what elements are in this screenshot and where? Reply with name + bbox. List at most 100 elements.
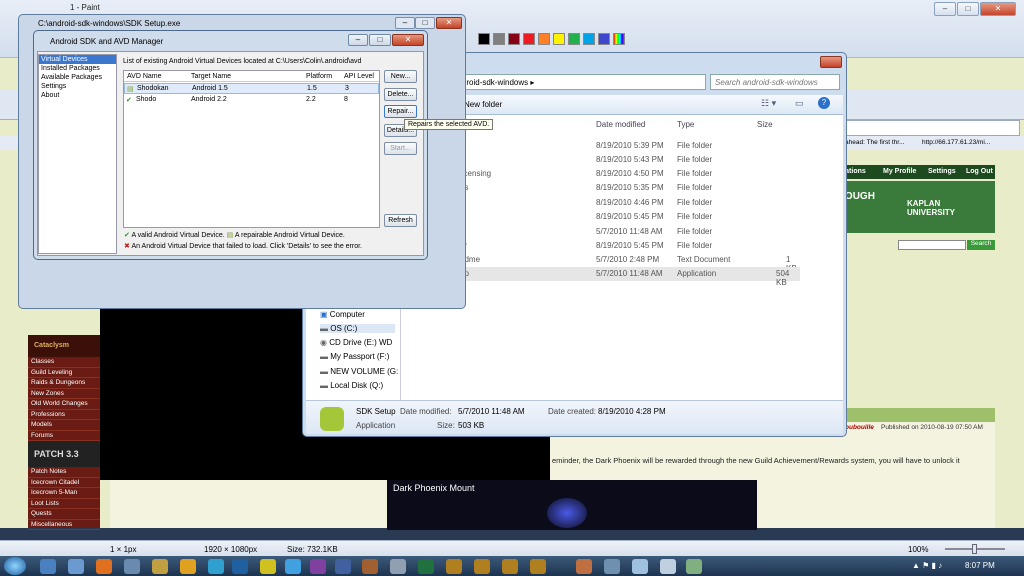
color-swatch[interactable] <box>568 33 580 45</box>
menu-item[interactable]: Forums <box>28 431 100 441</box>
avd-row-selected[interactable]: ▤ Shodokan Android 1.5 1.5 3 <box>124 83 379 94</box>
close-button[interactable]: ✕ <box>436 17 462 29</box>
menu-item[interactable]: Icecrown Citadel <box>28 478 100 488</box>
taskbar-app-icon[interactable] <box>390 559 406 574</box>
maximize-button[interactable]: □ <box>369 34 391 46</box>
taskbar-app-icon[interactable] <box>660 559 676 574</box>
taskbar-app-icon[interactable] <box>180 559 196 574</box>
menu-item[interactable]: Professions <box>28 410 100 420</box>
refresh-button[interactable]: Refresh <box>384 214 417 227</box>
color-swatch[interactable] <box>478 33 490 45</box>
taskbar-app-icon[interactable] <box>335 559 351 574</box>
browser-tab-url[interactable]: http://66.177.61.23/mi... <box>922 139 990 146</box>
explorer-address-bar[interactable]: android-sdk-windows ▸ <box>448 74 706 90</box>
close-button[interactable]: ✕ <box>980 2 1016 16</box>
column-header-size[interactable]: Size <box>757 120 773 129</box>
taskbar-app-icon[interactable] <box>502 559 518 574</box>
taskbar-app-icon[interactable] <box>310 559 326 574</box>
menu-item[interactable]: Old World Changes <box>28 399 100 410</box>
start-avd-button[interactable]: Start... <box>384 142 417 155</box>
color-swatch[interactable] <box>598 33 610 45</box>
site-nav-item[interactable]: My Profile <box>883 168 916 175</box>
menu-item[interactable]: Icecrown 5-Man <box>28 488 100 499</box>
tray-icons[interactable]: ▲ ⚑ ▮ ♪ <box>912 561 942 570</box>
sidebar-item-available-packages[interactable]: Available Packages <box>39 73 116 82</box>
explorer-close-button[interactable] <box>820 56 842 68</box>
taskbar-app-icon[interactable] <box>474 559 490 574</box>
menu-item[interactable]: Raids & Dungeons <box>28 378 100 389</box>
taskbar-app-icon[interactable] <box>124 559 140 574</box>
column-header[interactable]: Platform <box>306 73 332 80</box>
menu-item[interactable]: Classes <box>28 357 100 368</box>
taskbar-app-icon[interactable] <box>208 559 224 574</box>
menu-item[interactable]: Quests <box>28 509 100 520</box>
new-avd-button[interactable]: New... <box>384 70 417 83</box>
site-nav-item[interactable]: Log Out <box>966 168 993 175</box>
menu-item[interactable]: New Zones <box>28 389 100 399</box>
menu-item[interactable]: Miscellaneous <box>28 520 100 530</box>
repair-avd-button[interactable]: Repair... <box>384 105 417 118</box>
minimize-button[interactable]: – <box>934 2 956 16</box>
file-row[interactable]: ns8/19/2010 5:35 PMFile folder <box>460 181 800 195</box>
preview-pane-icon[interactable]: ▭ <box>795 98 804 109</box>
close-button[interactable]: ✕ <box>392 34 424 46</box>
column-header-type[interactable]: Type <box>677 120 694 129</box>
taskbar-app-icon[interactable] <box>232 559 248 574</box>
taskbar-app-icon[interactable] <box>418 559 434 574</box>
taskbar-app-icon[interactable] <box>446 559 462 574</box>
nav-item-drive[interactable]: ▬ Local Disk (Q:) <box>320 381 383 390</box>
taskbar-app-icon[interactable] <box>686 559 702 574</box>
avd-row[interactable]: ✔ Shodo Android 2.2 2.2 8 <box>124 95 379 106</box>
nav-item-drive[interactable]: ◉ CD Drive (E:) WD <box>320 338 392 347</box>
file-row[interactable]: licensing 8/19/2010 4:50 PM File folder <box>460 167 800 181</box>
site-search-input[interactable] <box>898 240 966 250</box>
taskbar-app-icon[interactable] <box>152 559 168 574</box>
taskbar-app-icon[interactable] <box>632 559 648 574</box>
file-row[interactable]: er8/19/2010 5:45 PMFile folder <box>460 239 800 253</box>
view-options-icon[interactable]: ☷ ▾ <box>761 98 776 109</box>
file-row[interactable]: adme5/7/2010 2:48 PMText Document1 KB <box>460 253 800 273</box>
column-header[interactable]: API Level <box>344 73 374 80</box>
sidebar-item-installed-packages[interactable]: Installed Packages <box>39 64 116 73</box>
site-nav-item[interactable]: Settings <box>928 168 956 175</box>
delete-avd-button[interactable]: Delete... <box>384 88 417 101</box>
file-row[interactable]: 8/19/2010 5:45 PM File folder <box>460 210 800 224</box>
file-row[interactable]: 8/19/2010 5:43 PM File folder <box>460 153 800 167</box>
browser-tab[interactable]: ahead: The first thr... <box>845 139 905 146</box>
taskbar-app-icon[interactable] <box>260 559 276 574</box>
nav-item-drive[interactable]: ▬ My Passport (F:) <box>320 352 389 361</box>
column-header[interactable]: AVD Name <box>127 73 162 80</box>
color-swatch[interactable] <box>583 33 595 45</box>
sidebar-item-virtual-devices[interactable]: Virtual Devices <box>39 55 116 64</box>
sidebar-item-settings[interactable]: Settings <box>39 82 116 91</box>
zoom-slider-thumb[interactable] <box>972 544 977 554</box>
clock[interactable]: 8:07 PM <box>965 561 995 570</box>
taskbar-app-icon[interactable] <box>604 559 620 574</box>
color-swatch[interactable] <box>508 33 520 45</box>
menu-item[interactable]: Patch Notes <box>28 467 100 478</box>
taskbar-app-icon[interactable] <box>362 559 378 574</box>
maximize-button[interactable]: □ <box>415 17 435 29</box>
firefox-icon[interactable] <box>96 559 112 574</box>
file-row[interactable]: 8/19/2010 4:46 PM File folder <box>460 196 800 210</box>
edit-colors-icon[interactable] <box>613 33 625 45</box>
color-swatch[interactable] <box>538 33 550 45</box>
taskbar-app-icon[interactable] <box>530 559 546 574</box>
kaplan-ad[interactable]: TOUGH KAPLAN UNIVERSITY <box>835 181 995 233</box>
nav-item-drive[interactable]: ▬ NEW VOLUME (G: <box>320 367 398 376</box>
taskbar-app-icon[interactable] <box>576 559 592 574</box>
menu-item[interactable]: Models <box>28 420 100 431</box>
nav-item-computer[interactable]: ▣ Computer <box>320 310 365 319</box>
taskbar-app-icon[interactable] <box>40 559 56 574</box>
taskbar-app-icon[interactable] <box>68 559 84 574</box>
color-swatch[interactable] <box>553 33 565 45</box>
nav-item-drive[interactable]: ▬ OS (C:) <box>320 324 395 333</box>
column-header-date[interactable]: Date modified <box>596 120 645 129</box>
minimize-button[interactable]: – <box>348 34 368 46</box>
article-author[interactable]: oubouille <box>845 424 874 431</box>
file-row[interactable]: s8/19/2010 5:39 PMFile folder <box>460 139 800 153</box>
color-swatch[interactable] <box>493 33 505 45</box>
column-header[interactable]: Target Name <box>191 73 231 80</box>
sidebar-item-about[interactable]: About <box>39 91 116 100</box>
start-button[interactable] <box>4 557 26 575</box>
